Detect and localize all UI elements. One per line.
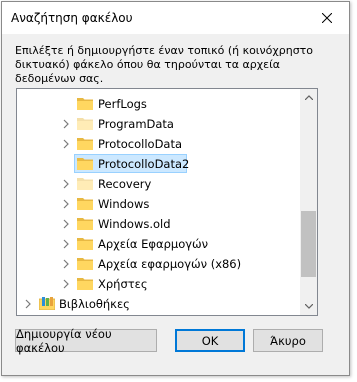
tree-item[interactable]: Χρήστες <box>17 274 302 294</box>
tree-item[interactable]: PerfLogs <box>17 94 302 114</box>
chevron-right-icon[interactable] <box>61 279 71 289</box>
instructions-text: Επιλέξτε ή δημιουργήστε έναν τοπικό (ή κ… <box>15 44 314 85</box>
chevron-right-icon[interactable] <box>61 139 71 149</box>
tree-item[interactable]: ProtocolloData2 <box>17 154 302 174</box>
tree-item-label: ProtocolloData2 <box>98 157 190 171</box>
new-folder-button[interactable]: Δημιουργία νέου φακέλου <box>15 327 157 355</box>
folder-tree[interactable]: PerfLogs ProgramData ProtocolloData Protoco… <box>16 88 318 316</box>
folder-icon <box>77 258 93 270</box>
vertical-scrollbar[interactable] <box>300 89 317 315</box>
chevron-right-icon[interactable] <box>61 179 71 189</box>
chevron-right-icon[interactable] <box>61 239 71 249</box>
tree-item-label: Αρχεία Εφαρμογών <box>98 237 209 251</box>
browse-folder-dialog: Αναζήτηση φακέλου Επιλέξτε ή δημιουργήστ… <box>1 1 350 376</box>
tree-item[interactable]: Βιβλιοθήκες <box>17 294 302 314</box>
chevron-right-icon[interactable] <box>61 219 71 229</box>
tree-item[interactable]: Recovery <box>17 174 302 194</box>
folder-icon <box>77 218 93 230</box>
tree-item-label: ProgramData <box>98 117 174 131</box>
library-icon <box>39 297 55 310</box>
close-icon <box>322 13 332 23</box>
scrollbar-thumb[interactable] <box>301 211 316 277</box>
folder-icon <box>77 278 93 290</box>
folder-icon <box>77 238 93 250</box>
tree-item[interactable]: ProgramData <box>17 114 302 134</box>
tree-item[interactable]: Windows.old <box>17 214 302 234</box>
chevron-right-icon[interactable] <box>23 299 33 309</box>
tree-item[interactable]: Windows <box>17 194 302 214</box>
scroll-down-button[interactable] <box>300 298 317 315</box>
tree-item-label: Χρήστες <box>98 277 148 291</box>
chevron-right-icon[interactable] <box>61 259 71 269</box>
folder-icon <box>77 138 93 150</box>
folder-icon <box>77 158 93 170</box>
folder-icon <box>77 198 93 210</box>
title-bar: Αναζήτηση φακέλου <box>2 2 349 34</box>
tree-item-label: ProtocolloData <box>98 137 183 151</box>
tree-item-label: Βιβλιοθήκες <box>59 297 130 311</box>
folder-icon <box>77 98 93 110</box>
chevron-right-icon[interactable] <box>61 199 71 209</box>
tree-item[interactable]: Αρχεία Εφαρμογών <box>17 234 302 254</box>
chevron-down-icon <box>304 304 313 309</box>
folder-icon <box>77 118 93 130</box>
tree-item[interactable]: ProtocolloData <box>17 134 302 154</box>
tree-item-label: Windows.old <box>98 217 171 231</box>
tree-item[interactable]: Αρχεία εφαρμογών (x86) <box>17 254 302 274</box>
scroll-up-button[interactable] <box>300 89 317 106</box>
folder-icon <box>77 178 93 190</box>
dialog-title: Αναζήτηση φακέλου <box>11 11 133 25</box>
chevron-right-icon[interactable] <box>61 119 71 129</box>
ok-button[interactable]: OK <box>175 329 245 352</box>
close-button[interactable] <box>305 2 349 34</box>
chevron-up-icon <box>304 95 313 100</box>
tree-item-label: Windows <box>98 197 150 211</box>
tree-item-label: Αρχεία εφαρμογών (x86) <box>98 257 242 271</box>
tree-item-label: PerfLogs <box>98 97 147 111</box>
cancel-button[interactable]: Άκυρο <box>253 329 323 352</box>
tree-item-label: Recovery <box>98 177 152 191</box>
